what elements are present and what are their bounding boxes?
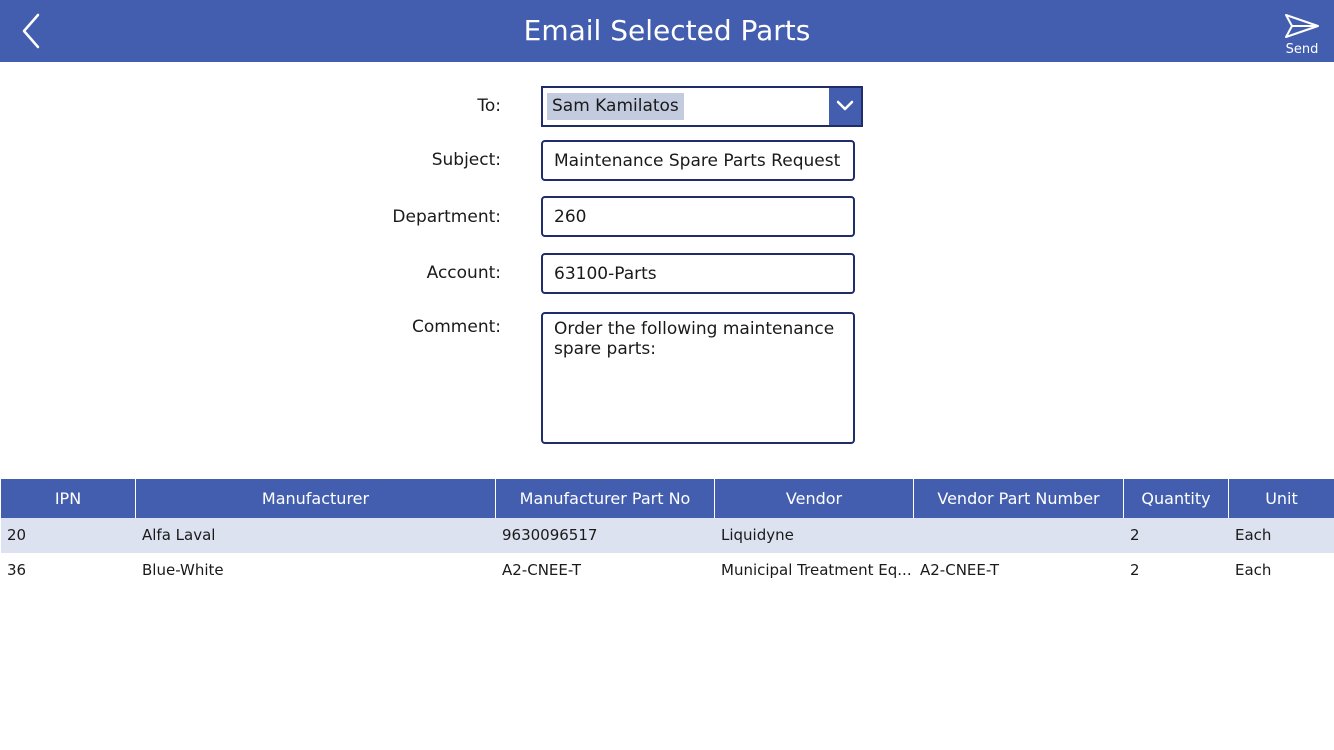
comment-label: Comment: xyxy=(411,317,501,337)
back-button[interactable] xyxy=(14,11,50,51)
send-label: Send xyxy=(1285,42,1319,57)
cell-quantity: 2 xyxy=(1130,526,1140,544)
cell-quantity: 2 xyxy=(1130,561,1140,579)
cell-manufacturer-part-no: 9630096517 xyxy=(502,526,598,544)
to-dropdown[interactable]: Sam Kamilatos xyxy=(541,86,863,127)
cell-vendor-part-number xyxy=(914,518,1124,553)
account-field[interactable] xyxy=(541,253,855,294)
department-label: Department: xyxy=(392,207,501,227)
page-title: Email Selected Parts xyxy=(523,14,811,47)
cell-manufacturer: Alfa Laval xyxy=(142,526,216,544)
cell-unit: Each xyxy=(1235,526,1272,544)
send-button[interactable]: Send xyxy=(1278,10,1326,58)
column-header-manufacturer[interactable]: Manufacturer xyxy=(136,479,496,518)
cell-manufacturer: Blue-White xyxy=(142,561,224,579)
cell-manufacturer-part-no: A2-CNEE-T xyxy=(502,561,582,579)
column-header-quantity[interactable]: Quantity xyxy=(1124,479,1229,518)
app-header: Email Selected Parts Send xyxy=(0,0,1334,62)
cell-vendor: Liquidyne xyxy=(721,526,794,544)
cell-ipn: 36 xyxy=(7,561,27,579)
cell-unit: Each xyxy=(1235,561,1272,579)
chevron-down-icon xyxy=(836,100,854,111)
column-header-ipn[interactable]: IPN xyxy=(1,479,136,518)
to-selected-value: Sam Kamilatos xyxy=(547,93,684,120)
paper-plane-icon xyxy=(1285,14,1319,38)
department-field[interactable] xyxy=(541,196,855,237)
table-row[interactable]: 36 Blue-White A2-CNEE-T Municipal Treatm… xyxy=(1,553,1334,588)
column-header-unit[interactable]: Unit xyxy=(1229,479,1334,518)
cell-vendor: Municipal Treatment Eq... xyxy=(721,561,912,579)
column-header-vendor[interactable]: Vendor xyxy=(715,479,914,518)
subject-label: Subject: xyxy=(431,150,501,170)
column-header-vendor-part-number[interactable]: Vendor Part Number xyxy=(914,479,1124,518)
table-header: IPN Manufacturer Manufacturer Part No Ve… xyxy=(1,479,1334,518)
parts-table: IPN Manufacturer Manufacturer Part No Ve… xyxy=(1,479,1334,588)
table-row[interactable]: 20 Alfa Laval 9630096517 Liquidyne 2 Eac… xyxy=(1,518,1334,553)
subject-field[interactable] xyxy=(541,140,855,181)
chevron-left-icon xyxy=(22,13,40,49)
dropdown-toggle[interactable] xyxy=(829,88,861,125)
to-label: To: xyxy=(477,96,501,116)
cell-vendor-part-number: A2-CNEE-T xyxy=(920,561,1000,579)
account-label: Account: xyxy=(426,263,501,283)
cell-ipn: 20 xyxy=(7,526,27,544)
comment-field[interactable]: Order the following maintenance spare pa… xyxy=(541,312,855,444)
column-header-manufacturer-part-no[interactable]: Manufacturer Part No xyxy=(496,479,715,518)
